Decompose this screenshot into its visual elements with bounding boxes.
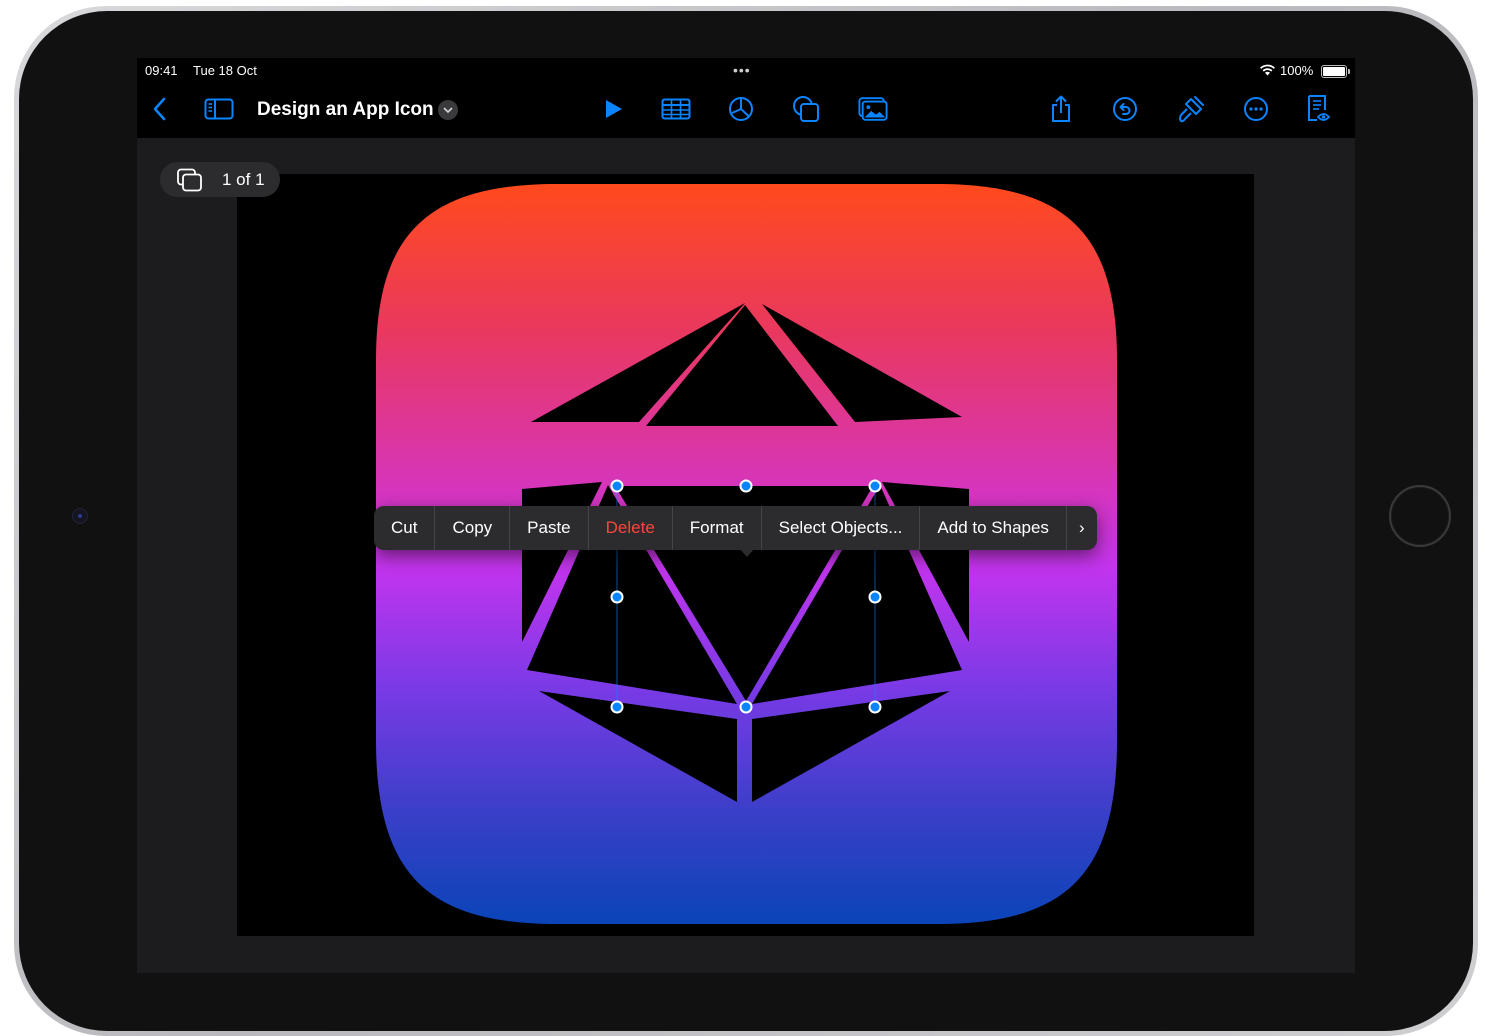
pages-icon xyxy=(176,168,204,197)
menu-cut[interactable]: Cut xyxy=(374,506,436,550)
media-icon[interactable] xyxy=(858,94,888,124)
screen: 09:41 Tue 18 Oct ••• 100% Design an App … xyxy=(137,58,1355,973)
menu-paste[interactable]: Paste xyxy=(510,506,589,550)
menu-delete[interactable]: Delete xyxy=(589,506,673,550)
menu-more-chevron-icon[interactable]: › xyxy=(1067,506,1097,550)
menu-format[interactable]: Format xyxy=(673,506,762,550)
document-title[interactable]: Design an App Icon xyxy=(257,99,434,121)
shapes-icon[interactable] xyxy=(791,94,821,124)
table-icon[interactable] xyxy=(661,94,691,124)
battery-icon xyxy=(1321,65,1350,78)
undo-icon[interactable] xyxy=(1110,94,1140,124)
battery-percent: 100% xyxy=(1280,63,1314,78)
format-brush-icon[interactable] xyxy=(1176,94,1206,124)
status-time: 09:41 xyxy=(145,63,178,78)
share-icon[interactable] xyxy=(1046,94,1076,124)
multitasking-indicator[interactable]: ••• xyxy=(733,62,751,78)
edit-context-menu: Cut Copy Paste Delete Format Select Obje… xyxy=(374,506,1097,550)
toolbar: Design an App Icon xyxy=(137,82,1355,138)
slide-canvas[interactable]: 1 of 1 Cut Copy Paste Delete Format Sele… xyxy=(137,138,1355,973)
back-chevron-icon[interactable] xyxy=(145,94,175,124)
chart-icon[interactable] xyxy=(726,94,756,124)
status-bar: 09:41 Tue 18 Oct ••• 100% xyxy=(137,58,1355,82)
menu-select-objects[interactable]: Select Objects... xyxy=(762,506,921,550)
menu-copy[interactable]: Copy xyxy=(435,506,511,550)
more-icon[interactable] xyxy=(1241,94,1271,124)
menu-add-to-shapes[interactable]: Add to Shapes xyxy=(920,506,1067,550)
menu-pointer xyxy=(739,548,755,557)
front-camera xyxy=(72,508,88,524)
play-icon[interactable] xyxy=(598,94,628,124)
title-menu-chevron-icon[interactable] xyxy=(438,100,458,120)
page-navigator[interactable]: 1 of 1 xyxy=(160,162,280,197)
wifi-icon xyxy=(1259,63,1276,79)
page-count: 1 of 1 xyxy=(222,170,265,189)
status-date: Tue 18 Oct xyxy=(193,63,257,78)
home-button[interactable] xyxy=(1389,485,1451,547)
sidebar-icon[interactable] xyxy=(204,94,234,124)
reading-view-icon[interactable] xyxy=(1303,94,1333,124)
